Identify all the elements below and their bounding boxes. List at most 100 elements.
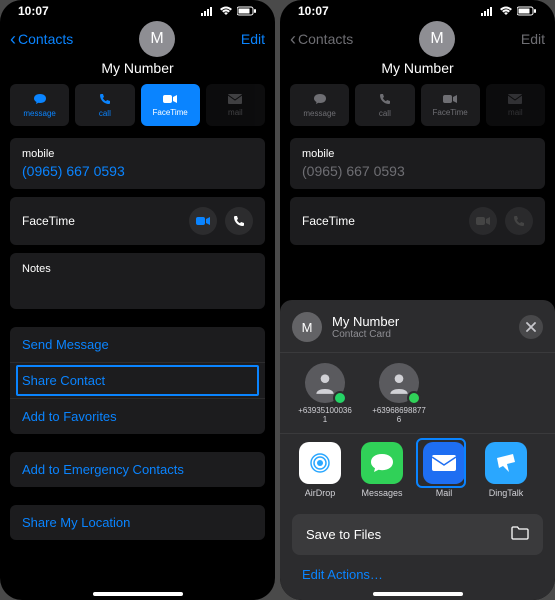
- sheet-title: My Number: [332, 314, 509, 329]
- action-list-2: Add to Emergency Contacts: [10, 452, 265, 487]
- chevron-left-icon: ‹: [10, 30, 16, 48]
- qa-message[interactable]: message: [10, 84, 69, 126]
- facetime-audio-button-r: [505, 207, 533, 235]
- signal-icon: [201, 6, 215, 16]
- message-icon: [33, 93, 47, 108]
- wifi-icon: [499, 6, 513, 16]
- message-icon: [313, 93, 327, 108]
- save-to-files[interactable]: Save to Files: [292, 514, 543, 555]
- qa-facetime[interactable]: FaceTime: [141, 84, 200, 126]
- facetime-audio-button[interactable]: [225, 207, 253, 235]
- mail-icon: [228, 93, 242, 107]
- facetime-video-button[interactable]: [189, 207, 217, 235]
- share-sheet: M My Number Contact Card +639351000361: [280, 300, 555, 600]
- quick-actions-r: message call FaceTime mail: [280, 76, 555, 134]
- signal-icon: [481, 6, 495, 16]
- video-icon: [443, 93, 457, 107]
- facetime-label: FaceTime: [22, 214, 75, 228]
- apps-row: AirDrop Messages Mail DingTalk: [280, 434, 555, 508]
- person-2[interactable]: +639686988776: [372, 363, 426, 425]
- messages-app-icon: [361, 442, 403, 484]
- qa-call[interactable]: call: [75, 84, 134, 126]
- qa-mail-r: mail: [486, 84, 545, 126]
- airdrop-icon: [299, 442, 341, 484]
- nav-back-button[interactable]: ‹ Contacts: [10, 30, 73, 48]
- nav-back-button-r: ‹ Contacts: [290, 30, 353, 48]
- app-dingtalk[interactable]: DingTalk: [482, 442, 530, 498]
- facetime-card: FaceTime: [10, 197, 265, 245]
- action-share-contact[interactable]: Share Contact: [10, 363, 265, 399]
- nav-bar-r: ‹ Contacts M Edit: [280, 22, 555, 56]
- qa-message-label: message: [23, 109, 55, 118]
- notes-label: Notes: [22, 263, 253, 275]
- contact-avatar-r: M: [419, 21, 455, 57]
- phone-icon: [99, 93, 111, 108]
- mail-icon: [508, 93, 522, 107]
- app-messages[interactable]: Messages: [358, 442, 406, 498]
- nav-edit-button-r: Edit: [521, 31, 545, 47]
- status-time-r: 10:07: [298, 4, 329, 18]
- nav-edit-button[interactable]: Edit: [241, 31, 265, 47]
- action-share-location[interactable]: Share My Location: [10, 505, 265, 540]
- status-icons-r: [481, 6, 537, 16]
- messages-badge-icon: [407, 391, 421, 405]
- mobile-number: (0965) 667 0593: [22, 163, 253, 179]
- mobile-card-r: mobile (0965) 667 0593: [290, 138, 545, 189]
- contact-avatar[interactable]: M: [139, 21, 175, 57]
- facetime-card-r: FaceTime: [290, 197, 545, 245]
- phone-right: 10:07 ‹ Contacts M Edit My Number messag…: [280, 0, 555, 600]
- nav-back-label: Contacts: [18, 31, 73, 47]
- nav-back-label-r: Contacts: [298, 31, 353, 47]
- facetime-video-button-r: [469, 207, 497, 235]
- chevron-left-icon: ‹: [290, 30, 296, 48]
- home-indicator-r[interactable]: [373, 592, 463, 596]
- qa-mail-label: mail: [228, 108, 243, 117]
- sheet-avatar: M: [292, 312, 322, 342]
- video-icon: [163, 93, 177, 107]
- qa-call-label: call: [99, 109, 111, 118]
- app-mail[interactable]: Mail: [420, 442, 468, 498]
- person-avatar-icon: [305, 363, 345, 403]
- person-avatar-icon: [379, 363, 419, 403]
- people-row: +639351000361 +639686988776: [280, 353, 555, 433]
- whatsapp-badge-icon: [333, 391, 347, 405]
- home-indicator[interactable]: [93, 592, 183, 596]
- action-send-message[interactable]: Send Message: [10, 327, 265, 363]
- action-list-3: Share My Location: [10, 505, 265, 540]
- qa-facetime-label: FaceTime: [152, 108, 187, 117]
- qa-mail: mail: [206, 84, 265, 126]
- app-airdrop[interactable]: AirDrop: [296, 442, 344, 498]
- mobile-label: mobile: [22, 148, 253, 160]
- battery-icon: [517, 6, 537, 16]
- nav-bar: ‹ Contacts M Edit: [0, 22, 275, 56]
- phone-icon: [379, 93, 391, 108]
- qa-message-r: message: [290, 84, 349, 126]
- mobile-card[interactable]: mobile (0965) 667 0593: [10, 138, 265, 189]
- sheet-subtitle: Contact Card: [332, 329, 509, 340]
- notes-card[interactable]: Notes: [10, 253, 265, 309]
- contact-header-r: M: [419, 21, 455, 57]
- action-add-favorites[interactable]: Add to Favorites: [10, 399, 265, 434]
- sheet-header: M My Number Contact Card: [280, 310, 555, 352]
- phone-left: 10:07 ‹ Contacts M Edit My Number messag…: [0, 0, 275, 600]
- status-icons: [201, 6, 257, 16]
- action-list-1: Send Message Share Contact Add to Favori…: [10, 327, 265, 434]
- folder-icon: [511, 526, 529, 543]
- edit-actions-link[interactable]: Edit Actions…: [280, 555, 555, 582]
- action-add-emergency[interactable]: Add to Emergency Contacts: [10, 452, 265, 487]
- contact-header: M: [139, 21, 175, 57]
- person-2-label: +639686988776: [372, 407, 426, 425]
- sheet-close-button[interactable]: [519, 315, 543, 339]
- battery-icon: [237, 6, 257, 16]
- person-1[interactable]: +639351000361: [298, 363, 352, 425]
- person-1-label: +639351000361: [298, 407, 352, 425]
- close-icon: [526, 322, 536, 332]
- contact-name-r: My Number: [280, 60, 555, 76]
- mail-app-icon: [423, 442, 465, 484]
- wifi-icon: [219, 6, 233, 16]
- quick-actions: message call FaceTime mail: [0, 76, 275, 134]
- status-time: 10:07: [18, 4, 49, 18]
- dingtalk-app-icon: [485, 442, 527, 484]
- qa-call-r: call: [355, 84, 414, 126]
- qa-facetime-r: FaceTime: [421, 84, 480, 126]
